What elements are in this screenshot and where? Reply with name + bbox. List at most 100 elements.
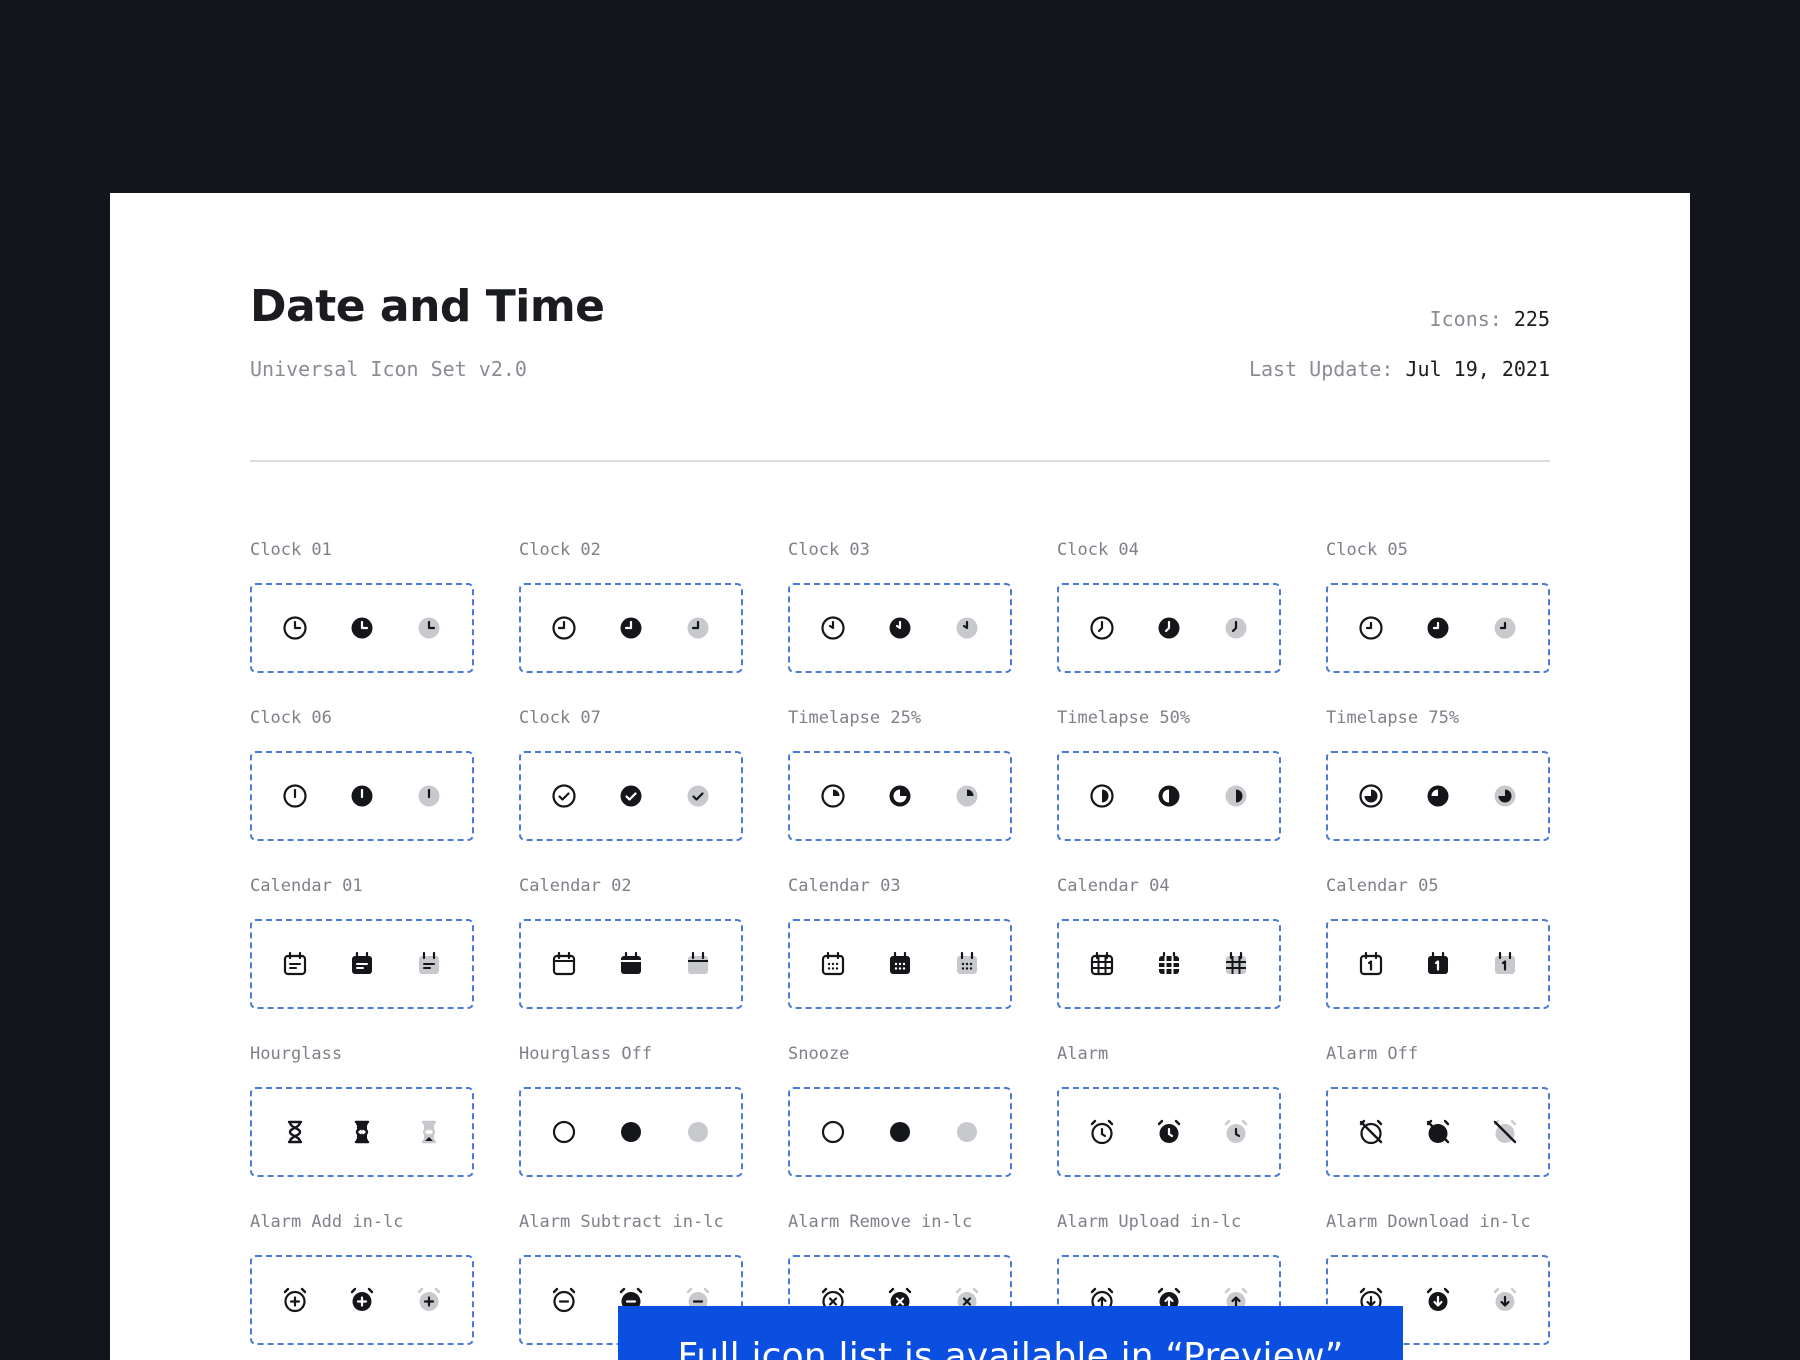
- header-divider: [250, 460, 1550, 462]
- calendar-icon: [549, 949, 579, 979]
- timelapse-icon: [818, 781, 848, 811]
- clock-icon: [1221, 613, 1251, 643]
- calendar-icon: [683, 949, 713, 979]
- icon-cell-label: Alarm Add in-lc: [250, 1212, 404, 1232]
- timelapse-icon: [1356, 781, 1386, 811]
- icon-cell-label: Alarm Off: [1326, 1044, 1419, 1064]
- icon-cell: Alarm: [1057, 1042, 1281, 1177]
- icon-cell-label: Alarm Upload in-lc: [1057, 1212, 1242, 1232]
- icon-cell-label: Calendar 03: [788, 876, 901, 896]
- icon-variants-box: [1057, 751, 1281, 841]
- icon-cell: Clock 04: [1057, 538, 1281, 673]
- last-update: Last Update: Jul 19, 2021: [1249, 357, 1550, 381]
- icon-cell-label: Clock 01: [250, 540, 332, 560]
- icons-count: Icons: 225: [1430, 307, 1550, 331]
- hourglass-off-icon: [616, 1117, 646, 1147]
- page-title: Date and Time: [250, 281, 605, 332]
- icon-cell: Calendar 03: [788, 874, 1012, 1009]
- clock-icon: [347, 781, 377, 811]
- icon-cell: Clock 02: [519, 538, 743, 673]
- icon-cell-label: Clock 02: [519, 540, 601, 560]
- icon-cell: Timelapse 25%: [788, 706, 1012, 841]
- icon-cell: Clock 03: [788, 538, 1012, 673]
- icon-cell: Calendar 02: [519, 874, 743, 1009]
- clock-icon: [280, 781, 310, 811]
- hourglass-off-icon: [549, 1117, 579, 1147]
- icon-cell: Hourglass: [250, 1042, 474, 1177]
- icon-variants-box: [1326, 751, 1550, 841]
- icon-cell: Calendar 04: [1057, 874, 1281, 1009]
- clock-icon: [1087, 613, 1117, 643]
- alarm-download-icon: [1423, 1285, 1453, 1315]
- icon-variants-box: [519, 583, 743, 673]
- calendar-grid-icon: [1154, 949, 1184, 979]
- icon-variants-box: [250, 583, 474, 673]
- icon-cell: Hourglass Off: [519, 1042, 743, 1177]
- clock-icon: [616, 613, 646, 643]
- alarm-add-icon: [280, 1285, 310, 1315]
- alarm-icon: [1221, 1117, 1251, 1147]
- timelapse-icon: [1154, 781, 1184, 811]
- timelapse-icon: [952, 781, 982, 811]
- calendar-grid-icon: [1221, 949, 1251, 979]
- calendar-date-icon: [1423, 949, 1453, 979]
- icon-variants-box: [250, 751, 474, 841]
- icons-count-value: 225: [1513, 307, 1550, 331]
- icon-cell: Clock 01: [250, 538, 474, 673]
- alarm-off-icon: [1423, 1117, 1453, 1147]
- alarm-off-icon: [1356, 1117, 1386, 1147]
- icon-cell: Alarm Off: [1326, 1042, 1550, 1177]
- clock-icon: [1154, 613, 1184, 643]
- icon-cell: Calendar 01: [250, 874, 474, 1009]
- icon-variants-box: [250, 919, 474, 1009]
- snooze-icon: [952, 1117, 982, 1147]
- clock-icon: [1356, 613, 1386, 643]
- timelapse-icon: [1087, 781, 1117, 811]
- clock-check-icon: [616, 781, 646, 811]
- icon-variants-box: [1057, 919, 1281, 1009]
- icon-cell-label: Calendar 04: [1057, 876, 1170, 896]
- preview-banner: Full icon list is available in “Preview”: [618, 1306, 1403, 1360]
- icon-cell-label: Calendar 05: [1326, 876, 1439, 896]
- clock-check-icon: [683, 781, 713, 811]
- icon-cell-label: Timelapse 75%: [1326, 708, 1460, 728]
- calendar-icon: [616, 949, 646, 979]
- hourglass-icon: [414, 1117, 444, 1147]
- clock-icon: [683, 613, 713, 643]
- icon-variants-box: [1326, 919, 1550, 1009]
- icon-variants-box: [1057, 1087, 1281, 1177]
- hourglass-off-icon: [683, 1117, 713, 1147]
- snooze-icon: [885, 1117, 915, 1147]
- icon-cell: Snooze: [788, 1042, 1012, 1177]
- alarm-icon: [1087, 1117, 1117, 1147]
- preview-banner-text: Full icon list is available in “Preview”: [677, 1335, 1344, 1360]
- icon-cell-label: Clock 05: [1326, 540, 1408, 560]
- last-update-value: Jul 19, 2021: [1405, 357, 1551, 381]
- alarm-off-icon: [1490, 1117, 1520, 1147]
- icon-variants-box: [788, 751, 1012, 841]
- clock-icon: [347, 613, 377, 643]
- clock-icon: [280, 613, 310, 643]
- icon-cell-label: Clock 03: [788, 540, 870, 560]
- calendar-icon: [952, 949, 982, 979]
- timelapse-icon: [885, 781, 915, 811]
- icon-cell-label: Timelapse 50%: [1057, 708, 1191, 728]
- clock-icon: [414, 613, 444, 643]
- icon-cell: Timelapse 75%: [1326, 706, 1550, 841]
- icon-variants-box: [788, 583, 1012, 673]
- icon-cell-label: Alarm Remove in-lc: [788, 1212, 973, 1232]
- clock-icon: [952, 613, 982, 643]
- icon-cell-label: Clock 07: [519, 708, 601, 728]
- calendar-icon: [414, 949, 444, 979]
- icon-cell-label: Calendar 01: [250, 876, 363, 896]
- hourglass-icon: [347, 1117, 377, 1147]
- snooze-icon: [818, 1117, 848, 1147]
- icon-cell-label: Clock 04: [1057, 540, 1139, 560]
- clock-icon: [1490, 613, 1520, 643]
- icon-cell-label: Calendar 02: [519, 876, 632, 896]
- clock-icon: [414, 781, 444, 811]
- clock-icon: [885, 613, 915, 643]
- icon-cell-label: Snooze: [788, 1044, 850, 1064]
- icon-variants-box: [1326, 583, 1550, 673]
- icon-variants-box: [519, 751, 743, 841]
